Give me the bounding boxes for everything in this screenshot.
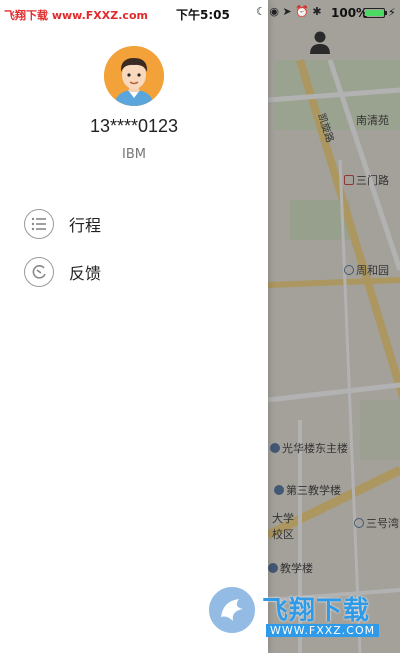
status-bar: 飞翔下载 www.FXXZ.com 下午5:05 ☾ ◉ ➤ ⏰ ✱ 100% … [0, 0, 400, 26]
user-icon[interactable] [308, 30, 332, 56]
user-company: IBM [122, 147, 146, 162]
battery-icon [363, 8, 387, 18]
menu-item-label: 行程 [69, 216, 102, 235]
menu-item-label: 反馈 [69, 264, 102, 283]
avatar[interactable] [104, 46, 164, 106]
status-time: 下午5:05 [176, 8, 230, 22]
feedback-icon [24, 257, 54, 287]
status-icons: ☾ ◉ ➤ ⏰ ✱ [256, 5, 322, 18]
status-watermark: 飞翔下载 www.FXXZ.com [4, 9, 148, 22]
watermark-brand: 飞翔下载 [262, 596, 371, 626]
list-icon [24, 209, 54, 239]
side-drawer: 13****0123 IBM 行程 反馈 [0, 0, 268, 653]
menu-item-feedback[interactable]: 反馈 [24, 256, 244, 288]
user-phone: 13****0123 [89, 116, 179, 136]
menu-item-trips[interactable]: 行程 [24, 208, 244, 240]
watermark-logo [206, 584, 258, 636]
charging-icon: ⚡ [388, 6, 396, 19]
watermark-url: WWW.FXXZ.COM [266, 624, 380, 637]
